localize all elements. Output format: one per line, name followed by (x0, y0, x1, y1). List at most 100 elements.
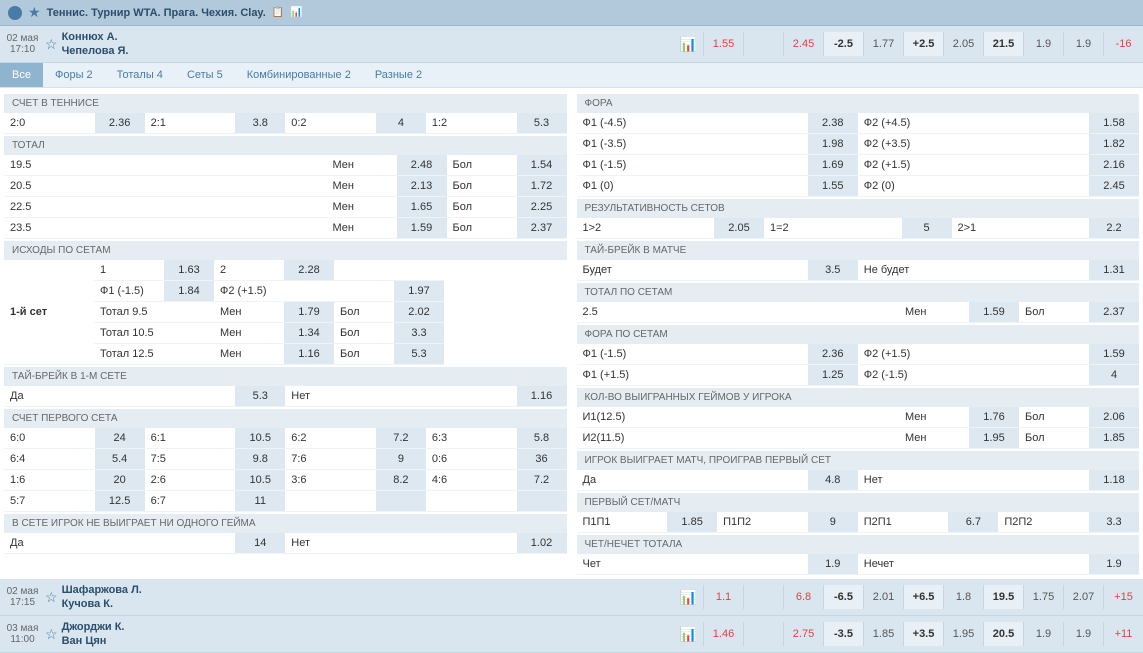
odds-cell[interactable]: 36 (517, 449, 567, 469)
odds-cell[interactable]: 1.25 (808, 365, 858, 385)
odds-cell[interactable]: 19.5 (983, 585, 1023, 609)
odds-cell[interactable] (743, 622, 783, 646)
star-icon[interactable]: ☆ (45, 36, 58, 53)
odds-cell[interactable]: 1.55 (703, 32, 743, 56)
odds-cell[interactable]: 9.8 (235, 449, 285, 469)
odds-cell[interactable]: 1.69 (808, 155, 858, 175)
odds-cell[interactable]: 2.36 (808, 344, 858, 364)
match-teams[interactable]: Коннюх А.Чепелова Я. (58, 26, 674, 62)
odds-cell[interactable]: +6.5 (903, 585, 943, 609)
odds-cell[interactable]: 2.13 (397, 176, 447, 196)
odds-cell[interactable]: -16 (1103, 32, 1143, 56)
odds-cell[interactable]: 14 (235, 533, 285, 553)
odds-cell[interactable]: +3.5 (903, 622, 943, 646)
odds-cell[interactable]: 1.72 (517, 176, 567, 196)
odds-cell[interactable]: 1.84 (164, 281, 214, 302)
odds-cell[interactable]: 5.4 (95, 449, 145, 469)
odds-cell[interactable]: 1.55 (808, 176, 858, 196)
star-icon[interactable]: ☆ (45, 626, 58, 643)
odds-cell[interactable]: +11 (1103, 622, 1143, 646)
star-icon[interactable]: ★ (28, 4, 41, 21)
odds-cell[interactable]: -3.5 (823, 622, 863, 646)
odds-cell[interactable]: 5.3 (517, 113, 567, 133)
odds-cell[interactable]: 4 (376, 113, 426, 133)
odds-cell[interactable]: 1.85 (667, 512, 717, 532)
tab[interactable]: Разные 2 (363, 63, 434, 87)
odds-cell[interactable]: 1.9 (1023, 622, 1063, 646)
odds-cell[interactable] (743, 585, 783, 609)
odds-cell[interactable]: 1.95 (943, 622, 983, 646)
odds-cell[interactable]: 1.18 (1089, 470, 1139, 490)
odds-cell[interactable]: 1.1 (703, 585, 743, 609)
odds-cell[interactable]: 1.9 (808, 554, 858, 574)
odds-cell[interactable]: 1.16 (517, 386, 567, 406)
tab[interactable]: Тоталы 4 (105, 63, 175, 87)
odds-cell[interactable]: 10.5 (235, 428, 285, 448)
odds-cell[interactable]: 1.98 (808, 134, 858, 154)
odds-cell[interactable]: 5.3 (235, 386, 285, 406)
odds-cell[interactable]: 2.06 (1089, 407, 1139, 427)
odds-cell[interactable]: 11 (235, 491, 285, 511)
odds-cell[interactable]: 2.05 (943, 32, 983, 56)
odds-cell[interactable]: 2.02 (394, 302, 444, 323)
match-teams[interactable]: Шафаржова Л.Кучова К. (58, 579, 674, 615)
odds-cell[interactable]: 1.77 (863, 32, 903, 56)
chart-icon[interactable]: 📊 (680, 626, 697, 643)
odds-cell[interactable]: 1.85 (1089, 428, 1139, 448)
odds-cell[interactable]: 1.54 (517, 155, 567, 175)
odds-cell[interactable]: 1.82 (1089, 134, 1139, 154)
odds-cell[interactable]: 1.59 (969, 302, 1019, 322)
odds-cell[interactable]: 1.76 (969, 407, 1019, 427)
odds-cell[interactable]: 2.28 (284, 260, 334, 281)
odds-cell[interactable]: 2.38 (808, 113, 858, 133)
copy-icon[interactable]: 📋 (272, 7, 284, 18)
chart-icon[interactable]: 📊 (680, 589, 697, 606)
odds-cell[interactable]: +15 (1103, 585, 1143, 609)
odds-cell[interactable]: 6.8 (783, 585, 823, 609)
odds-cell[interactable]: 24 (95, 428, 145, 448)
odds-cell[interactable]: 9 (808, 512, 858, 532)
odds-cell[interactable]: 2.45 (783, 32, 823, 56)
odds-cell[interactable]: +2.5 (903, 32, 943, 56)
odds-cell[interactable]: 20.5 (983, 622, 1023, 646)
odds-cell[interactable]: 1.16 (284, 344, 334, 365)
odds-cell[interactable]: 2.36 (95, 113, 145, 133)
stats-icon[interactable]: 📊 (290, 7, 302, 18)
odds-cell[interactable]: 2.2 (1089, 218, 1139, 238)
odds-cell[interactable]: 2.37 (517, 218, 567, 238)
odds-cell[interactable]: 3.3 (394, 323, 444, 344)
odds-cell[interactable]: 12.5 (95, 491, 145, 511)
tab[interactable]: Комбинированные 2 (235, 63, 363, 87)
odds-cell[interactable]: 1.85 (863, 622, 903, 646)
odds-cell[interactable]: 2.48 (397, 155, 447, 175)
odds-cell[interactable]: 3.8 (235, 113, 285, 133)
odds-cell[interactable]: 1.59 (397, 218, 447, 238)
odds-cell[interactable]: 3.3 (1089, 512, 1139, 532)
odds-cell[interactable] (743, 32, 783, 56)
tab[interactable]: Форы 2 (43, 63, 105, 87)
odds-cell[interactable] (376, 491, 426, 511)
odds-cell[interactable]: 1.9 (1023, 32, 1063, 56)
tab[interactable]: Все (0, 63, 43, 87)
star-icon[interactable]: ☆ (45, 589, 58, 606)
odds-cell[interactable]: 20 (95, 470, 145, 490)
odds-cell[interactable]: 2.01 (863, 585, 903, 609)
odds-cell[interactable]: 3.5 (808, 260, 858, 280)
odds-cell[interactable]: 5 (902, 218, 952, 238)
odds-cell[interactable]: 1.8 (943, 585, 983, 609)
odds-cell[interactable]: 1.79 (284, 302, 334, 323)
odds-cell[interactable]: 2.25 (517, 197, 567, 217)
odds-cell[interactable]: 9 (376, 449, 426, 469)
odds-cell[interactable]: 1.9 (1089, 554, 1139, 574)
odds-cell[interactable]: 7.2 (517, 470, 567, 490)
odds-cell[interactable]: 1.75 (1023, 585, 1063, 609)
odds-cell[interactable]: 21.5 (983, 32, 1023, 56)
odds-cell[interactable]: 1.02 (517, 533, 567, 553)
odds-cell[interactable]: 1.65 (397, 197, 447, 217)
odds-cell[interactable]: 2.05 (714, 218, 764, 238)
odds-cell[interactable]: 5.3 (394, 344, 444, 365)
odds-cell[interactable]: 1.97 (394, 281, 444, 302)
odds-cell[interactable]: 1.63 (164, 260, 214, 281)
odds-cell[interactable]: 4 (1089, 365, 1139, 385)
chart-icon[interactable]: 📊 (680, 36, 697, 53)
